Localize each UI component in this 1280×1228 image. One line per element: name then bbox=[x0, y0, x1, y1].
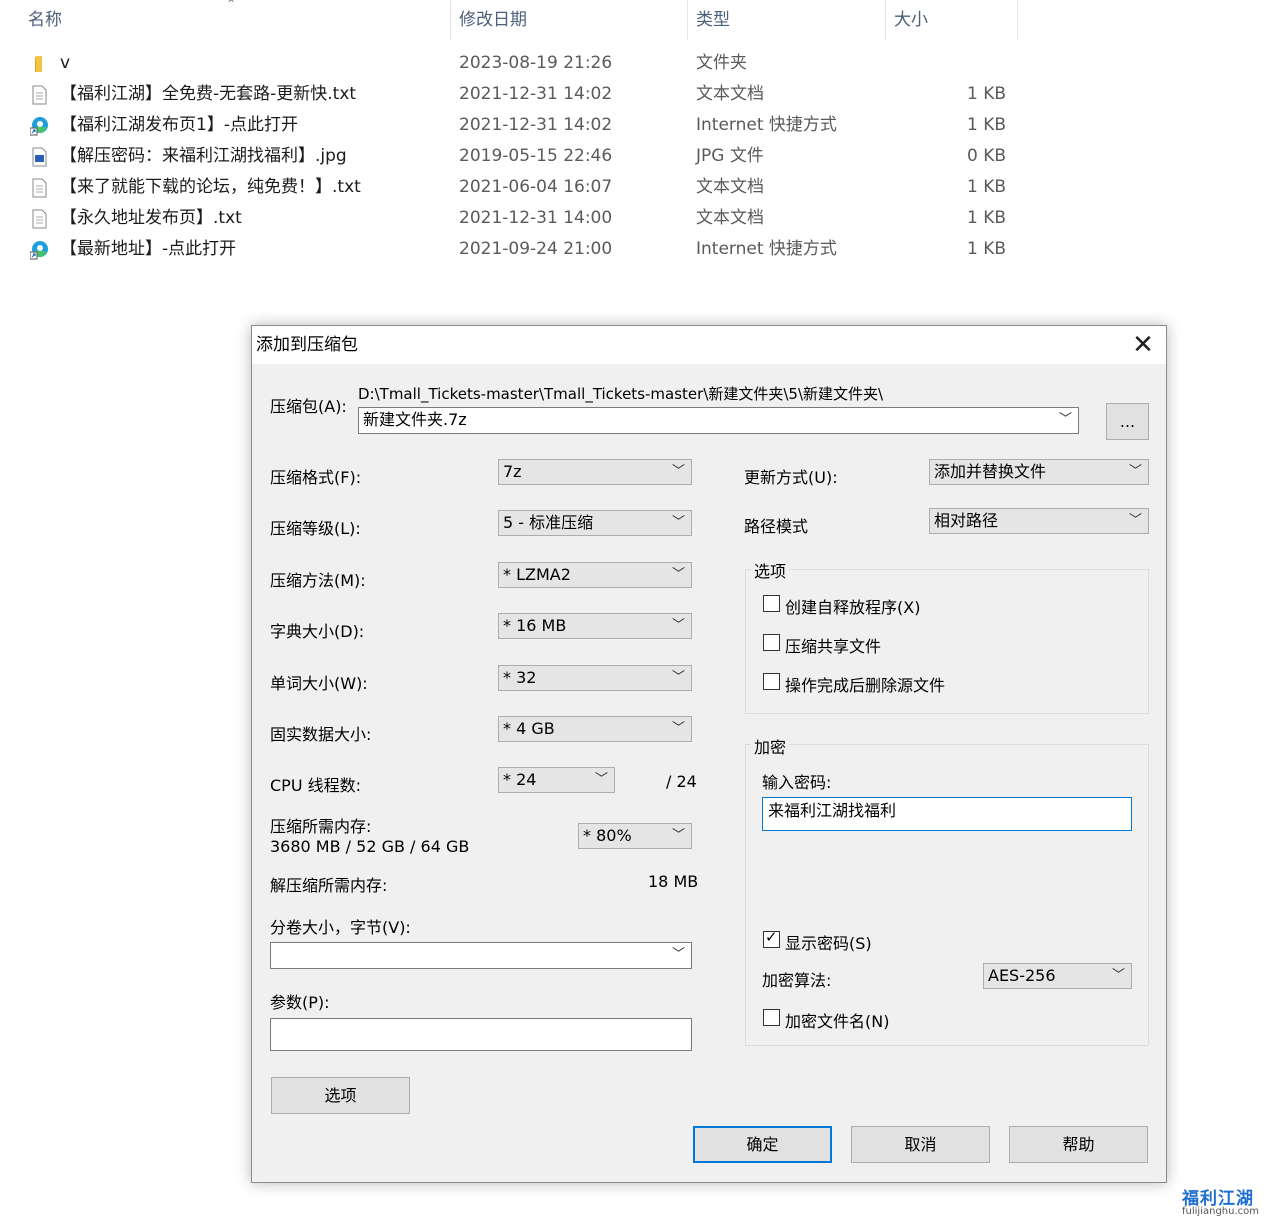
close-button[interactable]: ✕ bbox=[1120, 326, 1166, 364]
image-file-icon bbox=[32, 147, 47, 167]
show-password-label: 显示密码(S) bbox=[785, 934, 872, 953]
update-mode-label: 更新方式(U): bbox=[744, 468, 838, 487]
format-select[interactable]: 7z ﹀ bbox=[498, 459, 692, 485]
shared-files-checkbox[interactable] bbox=[763, 634, 780, 651]
sfx-label: 创建自释放程序(X) bbox=[785, 598, 921, 617]
text-file-icon bbox=[32, 209, 47, 229]
file-row[interactable]: 【永久地址发布页】.txt 2021-12-31 14:00 文本文档 1 KB bbox=[0, 203, 1020, 234]
help-button[interactable]: 帮助 bbox=[1009, 1126, 1148, 1163]
chevron-down-icon: ﹀ bbox=[1111, 968, 1125, 983]
volume-size-combo[interactable]: ﹀ bbox=[270, 942, 692, 969]
file-row[interactable]: 【福利江湖发布页1】-点此打开 2021-12-31 14:02 Interne… bbox=[0, 110, 1020, 141]
ok-button[interactable]: 确定 bbox=[693, 1126, 832, 1163]
chevron-down-icon: ﹀ bbox=[671, 464, 685, 479]
encrypt-names-checkbox[interactable] bbox=[763, 1009, 780, 1026]
chevron-down-icon: ﹀ bbox=[594, 772, 608, 787]
method-label: 压缩方法(M): bbox=[270, 571, 366, 590]
archive-label: 压缩包(A): bbox=[270, 397, 347, 416]
password-input[interactable]: 来福利江湖找福利 bbox=[762, 797, 1132, 831]
watermark-logo: 福利江湖 fulijianghu.com bbox=[1182, 1184, 1276, 1224]
file-row[interactable]: v 2023-08-19 21:26 文件夹 bbox=[0, 48, 1020, 79]
options-button[interactable]: 选项 bbox=[271, 1077, 410, 1114]
cpu-threads-total: / 24 bbox=[666, 772, 697, 791]
solid-size-label: 固实数据大小: bbox=[270, 725, 372, 744]
options-group-title: 选项 bbox=[751, 558, 790, 582]
memory-label: 压缩所需内存: bbox=[270, 817, 372, 836]
encrypt-names-label: 加密文件名(N) bbox=[785, 1012, 890, 1031]
encryption-method-select[interactable]: AES-256 ﹀ bbox=[983, 963, 1132, 989]
level-label: 压缩等级(L): bbox=[270, 519, 361, 538]
text-file-icon bbox=[32, 178, 47, 198]
encryption-method-label: 加密算法: bbox=[762, 971, 832, 990]
path-mode-label: 路径模式 bbox=[744, 517, 809, 536]
delete-after-checkbox[interactable] bbox=[763, 673, 780, 690]
watermark-url: fulijianghu.com bbox=[1182, 1206, 1259, 1217]
chevron-down-icon: ﹀ bbox=[1128, 513, 1142, 528]
chevron-down-icon: ﹀ bbox=[671, 515, 685, 530]
show-password-checkbox[interactable] bbox=[763, 928, 780, 948]
password-label: 输入密码: bbox=[762, 773, 832, 792]
update-mode-select[interactable]: 添加并替换文件 ﹀ bbox=[929, 459, 1149, 485]
delete-after-label: 操作完成后删除源文件 bbox=[785, 676, 946, 695]
edge-shortcut-icon bbox=[30, 241, 48, 260]
cpu-threads-label: CPU 线程数: bbox=[270, 776, 362, 795]
text-file-icon bbox=[32, 85, 47, 105]
dialog-title: 添加到压缩包 bbox=[256, 335, 358, 355]
dictionary-select[interactable]: * 16 MB ﹀ bbox=[498, 613, 692, 639]
folder-icon bbox=[35, 56, 42, 72]
chevron-down-icon: ﹀ bbox=[1058, 412, 1072, 427]
volume-size-label: 分卷大小，字节(V): bbox=[270, 918, 411, 937]
file-row[interactable]: 【解压密码：来福利江湖找福利】.jpg 2019-05-15 22:46 JPG… bbox=[0, 141, 1020, 172]
word-size-select[interactable]: * 32 ﹀ bbox=[498, 665, 692, 691]
format-label: 压缩格式(F): bbox=[270, 468, 362, 487]
column-size[interactable]: 大小 bbox=[886, 0, 1018, 40]
chevron-down-icon: ﹀ bbox=[671, 670, 685, 685]
column-type[interactable]: 类型 bbox=[688, 0, 886, 40]
parameters-label: 参数(P): bbox=[270, 993, 330, 1012]
add-to-archive-dialog: 添加到压缩包 ✕ 压缩包(A): D:\Tmall_Tickets-master… bbox=[251, 325, 1167, 1183]
file-row[interactable]: 【来了就能下载的论坛，纯免费！】.txt 2021-06-04 16:07 文本… bbox=[0, 172, 1020, 203]
chevron-down-icon: ﹀ bbox=[671, 721, 685, 736]
method-select[interactable]: * LZMA2 ﹀ bbox=[498, 562, 692, 588]
sfx-checkbox[interactable] bbox=[763, 595, 780, 612]
solid-size-select[interactable]: * 4 GB ﹀ bbox=[498, 716, 692, 742]
memory-percent-select[interactable]: * 80% ﹀ bbox=[578, 823, 692, 849]
chevron-down-icon: ﹀ bbox=[1128, 464, 1142, 479]
chevron-down-icon: ﹀ bbox=[671, 567, 685, 582]
word-size-label: 单词大小(W): bbox=[270, 674, 368, 693]
cancel-button[interactable]: 取消 bbox=[851, 1126, 990, 1163]
chevron-down-icon: ﹀ bbox=[671, 828, 685, 843]
chevron-down-icon: ﹀ bbox=[671, 947, 685, 962]
path-mode-select[interactable]: 相对路径 ﹀ bbox=[929, 508, 1149, 534]
parameters-input[interactable] bbox=[270, 1018, 692, 1051]
decompress-memory-value: 18 MB bbox=[648, 872, 699, 891]
cpu-threads-select[interactable]: * 24 ﹀ bbox=[498, 767, 615, 793]
edge-shortcut-icon bbox=[30, 117, 48, 136]
decompress-memory-label: 解压缩所需内存: bbox=[270, 876, 388, 895]
level-select[interactable]: 5 - 标准压缩 ﹀ bbox=[498, 510, 692, 536]
file-row[interactable]: 【最新地址】-点此打开 2021-09-24 21:00 Internet 快捷… bbox=[0, 234, 1020, 265]
memory-value: 3680 MB / 52 GB / 64 GB bbox=[270, 837, 470, 856]
sort-up-icon: ⌃ bbox=[226, 0, 237, 11]
browse-button[interactable]: ... bbox=[1106, 403, 1149, 440]
archive-name-combo[interactable]: 新建文件夹.7z ﹀ bbox=[358, 407, 1079, 434]
dictionary-label: 字典大小(D): bbox=[270, 622, 365, 641]
column-date[interactable]: 修改日期 bbox=[451, 0, 688, 40]
shared-files-label: 压缩共享文件 bbox=[785, 637, 882, 656]
encryption-group-title: 加密 bbox=[751, 734, 790, 758]
file-row[interactable]: 【福利江湖】全免费-无套路-更新快.txt 2021-12-31 14:02 文… bbox=[0, 79, 1020, 110]
dialog-titlebar[interactable]: 添加到压缩包 ✕ bbox=[252, 326, 1166, 364]
archive-path: D:\Tmall_Tickets-master\Tmall_Tickets-ma… bbox=[358, 385, 884, 403]
explorer-header: 名称 ⌃ 修改日期 类型 大小 bbox=[0, 0, 1020, 40]
chevron-down-icon: ﹀ bbox=[671, 618, 685, 633]
